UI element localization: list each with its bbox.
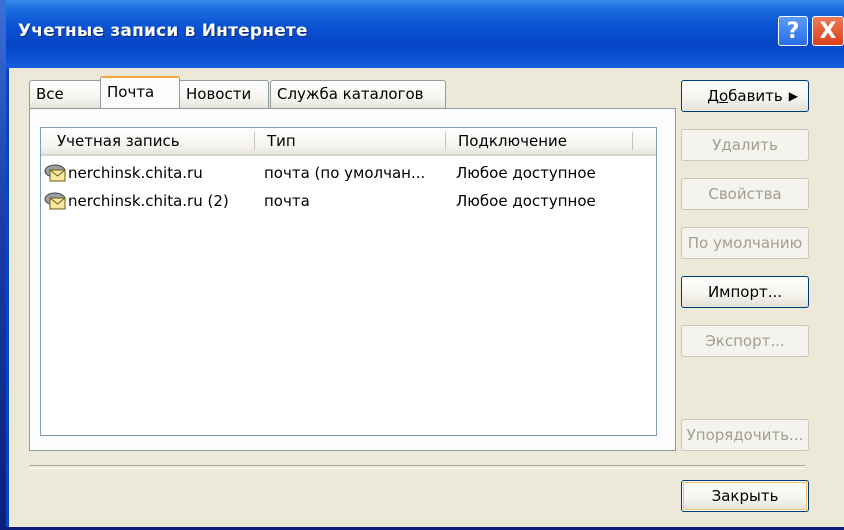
dialog-client-area: Все Почта Новости Служба каталогов Учетн… xyxy=(6,68,844,527)
tab-all[interactable]: Все xyxy=(29,80,101,108)
set-order-button[interactable]: Упорядочить... xyxy=(681,419,809,451)
column-divider[interactable] xyxy=(445,132,446,150)
table-row[interactable]: nerchinsk.chita.ru почта (по умолчан... … xyxy=(41,160,656,186)
account-connection: Любое доступное xyxy=(456,192,596,210)
column-header-account[interactable]: Учетная запись xyxy=(57,128,180,154)
add-button[interactable]: Добавить ▶ xyxy=(681,80,809,112)
set-default-button[interactable]: По умолчанию xyxy=(681,227,809,259)
tab-directory-service[interactable]: Служба каталогов xyxy=(270,80,446,108)
close-window-button[interactable]: X xyxy=(812,16,844,46)
column-divider[interactable] xyxy=(632,132,633,150)
table-row[interactable]: nerchinsk.chita.ru (2) почта Любое досту… xyxy=(41,188,656,214)
account-name: nerchinsk.chita.ru (2) xyxy=(68,192,229,210)
properties-button[interactable]: Свойства xyxy=(681,178,809,210)
import-button[interactable]: Импорт... xyxy=(681,276,809,308)
internet-accounts-dialog: Учетные записи в Интернете ? X Все Почта… xyxy=(6,0,844,527)
divider xyxy=(29,465,805,469)
column-divider[interactable] xyxy=(254,132,255,150)
remove-button[interactable]: Удалить xyxy=(681,129,809,161)
account-name: nerchinsk.chita.ru xyxy=(68,164,203,182)
add-button-accelerator: о xyxy=(718,87,729,105)
account-type: почта xyxy=(264,192,310,210)
tab-news[interactable]: Новости xyxy=(179,80,269,108)
list-header: Учетная запись Тип Подключение xyxy=(41,128,656,156)
submenu-arrow-icon: ▶ xyxy=(788,89,798,103)
add-button-label-end: бавить xyxy=(728,87,783,105)
tab-mail[interactable]: Почта xyxy=(100,76,180,108)
mail-account-icon xyxy=(44,192,66,210)
mail-account-icon xyxy=(44,164,66,182)
window-title: Учетные записи в Интернете xyxy=(18,21,308,41)
close-button[interactable]: Закрыть xyxy=(681,480,809,512)
export-button[interactable]: Экспорт... xyxy=(681,325,809,357)
help-button[interactable]: ? xyxy=(778,16,808,46)
column-header-connection[interactable]: Подключение xyxy=(458,128,567,154)
accounts-list[interactable]: Учетная запись Тип Подключение nerchinsk… xyxy=(40,127,657,436)
title-bar[interactable]: Учетные записи в Интернете ? X xyxy=(6,0,844,68)
account-connection: Любое доступное xyxy=(456,164,596,182)
account-type: почта (по умолчан... xyxy=(264,164,426,182)
column-header-type[interactable]: Тип xyxy=(267,128,296,154)
add-button-label-start: Д xyxy=(707,87,719,105)
tab-panel-mail: Учетная запись Тип Подключение nerchinsk… xyxy=(29,108,676,451)
